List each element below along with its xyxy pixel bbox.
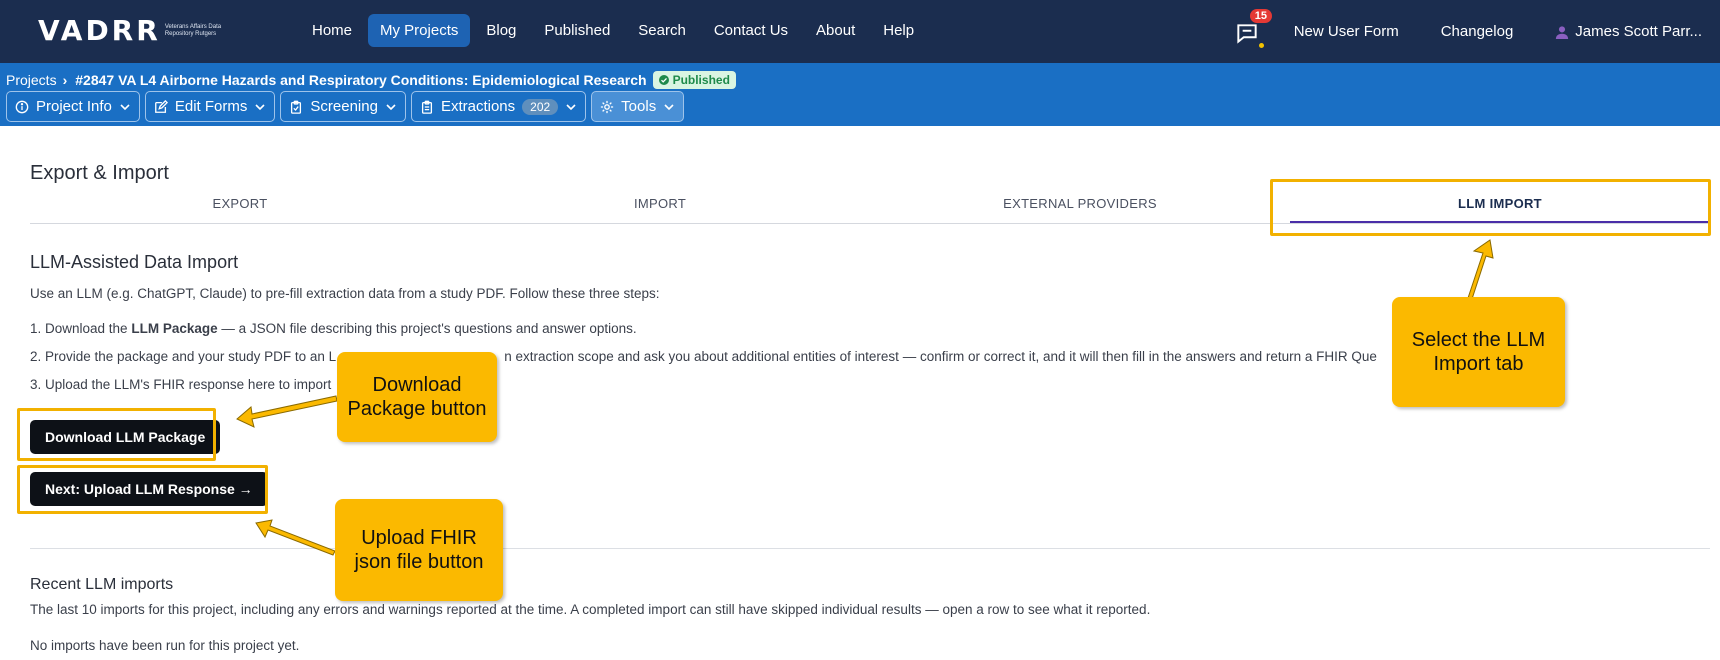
project-title: #2847 VA L4 Airborne Hazards and Respira… [75,72,647,88]
step-1-bold: LLM Package [131,321,218,336]
chevron-down-icon [255,103,265,110]
nav-new-user-form[interactable]: New User Form [1294,23,1399,40]
extractions-label: Extractions [440,98,516,115]
chevron-down-icon [386,103,396,110]
callout-download-package: Download Package button [337,352,497,442]
info-icon [15,100,29,113]
nav-contact-us[interactable]: Contact Us [702,14,800,47]
breadcrumb: Projects › #2847 VA L4 Airborne Hazards … [6,71,736,89]
nav-home[interactable]: Home [300,14,364,47]
step-3-text: 3. Upload the LLM's FHIR response here t… [30,377,332,392]
edit-forms-label: Edit Forms [174,98,248,115]
arrow-to-llm-tab [1467,239,1494,300]
section-divider [30,548,1710,549]
tab-external-providers[interactable]: EXTERNAL PROVIDERS [870,190,1290,223]
tab-export[interactable]: EXPORT [30,190,450,223]
tools-dropdown[interactable]: Tools [591,91,685,122]
tab-import[interactable]: IMPORT [450,190,870,223]
check-circle-icon [658,75,669,85]
user-name: James Scott Parr... [1575,23,1702,40]
nav-my-projects[interactable]: My Projects [368,14,471,47]
recent-imports-description: The last 10 imports for this project, in… [30,602,1151,617]
nav-search[interactable]: Search [626,14,698,47]
user-icon [1556,25,1569,39]
nav-help[interactable]: Help [871,14,926,47]
screening-dropdown[interactable]: Screening [280,91,406,122]
status-text: Published [672,73,730,87]
clipboard-list-icon [421,100,432,114]
breadcrumb-projects[interactable]: Projects [6,72,57,88]
step-1-text: 1. Download the LLM Package — a JSON fil… [30,321,637,336]
screening-label: Screening [310,98,378,115]
step-1-suffix: — a JSON file describing this project's … [217,321,637,336]
callout-upload-fhir: Upload FHIR json file button [335,499,503,601]
chevron-down-icon [664,103,674,110]
extractions-dropdown[interactable]: Extractions 202 [410,91,587,122]
user-menu[interactable]: James Scott Parr... [1555,23,1702,40]
chevron-down-icon [566,103,576,110]
step-2-text: 2. Provide the package and your study PD… [30,349,1377,364]
download-button-highlight [17,408,216,461]
project-info-dropdown[interactable]: Project Info [6,91,140,122]
project-info-label: Project Info [36,98,112,115]
edit-forms-dropdown[interactable]: Edit Forms [144,91,276,122]
notification-count-badge: 15 [1249,8,1272,23]
status-badge: Published [652,71,736,89]
next-button-highlight [17,465,268,514]
no-imports-message: No imports have been run for this projec… [30,638,300,653]
llm-section-heading: LLM-Assisted Data Import [30,252,239,272]
tools-label: Tools [621,98,657,115]
chevron-down-icon [120,103,130,110]
project-bar: Projects › #2847 VA L4 Airborne Hazards … [0,63,1720,126]
arrow-to-next-button [255,519,336,556]
messages-button[interactable]: 15 [1234,8,1272,48]
extractions-count-badge: 202 [522,98,559,115]
step-2-prefix: 2. Provide the package and your study PD… [30,349,337,364]
callout-select-llm-import: Select the LLM Import tab [1392,297,1565,407]
chat-icon [1237,23,1257,44]
nav-changelog[interactable]: Changelog [1441,23,1514,40]
logo-subtitle: Veterans Affairs Data Repository Rutgers [164,23,222,37]
llm-tab-highlight [1270,179,1711,236]
top-navbar: VADRR Veterans Affairs Data Repository R… [0,0,1720,63]
step-2-suffix: n extraction scope and ask you about add… [504,349,1377,364]
recent-imports-heading: Recent LLM imports [30,576,174,593]
chevron-right-icon: › [62,72,68,88]
llm-intro-text: Use an LLM (e.g. ChatGPT, Claude) to pre… [30,286,660,301]
vadrr-logo[interactable]: VADRR Veterans Affairs Data Repository R… [38,14,227,47]
nav-blog[interactable]: Blog [474,14,528,47]
page-title: Export & Import [30,162,169,184]
edit-icon [154,99,168,113]
step-1-prefix: 1. Download the [30,321,132,336]
logo-text: VADRR [38,14,161,47]
nav-about[interactable]: About [804,14,867,47]
arrow-to-download-button [236,395,338,428]
project-toolbar: Project Info Edit Forms Screening Extrac… [6,91,685,122]
status-dot [1258,42,1264,48]
nav-right: 15 New User Form Changelog James Scott P… [1234,0,1720,63]
nav-published[interactable]: Published [532,14,622,47]
gear-icon [601,100,614,113]
clipboard-check-icon [291,100,302,114]
main-nav: Home My Projects Blog Published Search C… [300,14,926,47]
